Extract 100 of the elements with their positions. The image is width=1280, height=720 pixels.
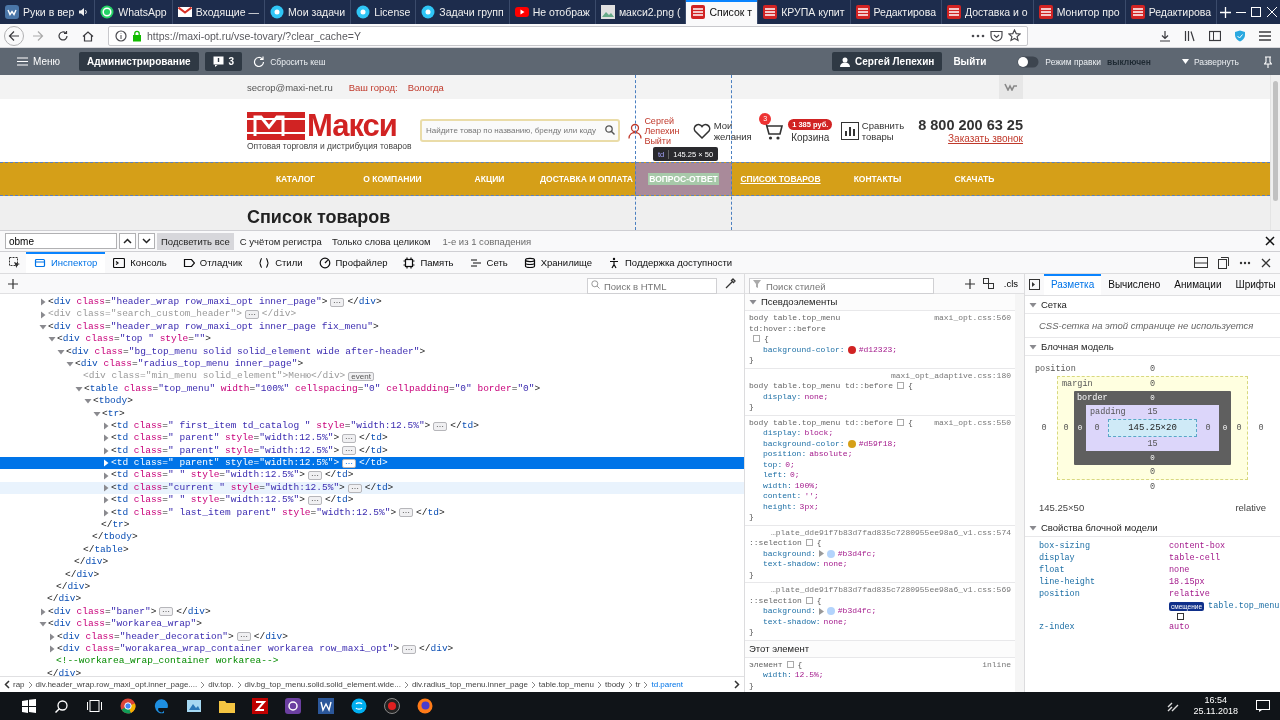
browser-tab[interactable]: КРУПА купит <box>758 0 851 24</box>
chevron-left-icon[interactable] <box>4 680 10 689</box>
chevron-right-icon[interactable] <box>734 680 740 689</box>
browser-tab[interactable]: Доставка и о <box>942 0 1034 24</box>
next-match-button[interactable] <box>138 233 155 249</box>
tree-row[interactable]: </div> <box>0 667 744 676</box>
notifications-button[interactable]: 3 <box>204 52 243 71</box>
address-bar[interactable]: https://maxi-opt.ru/vse-tovary/?clear_cache=Y <box>108 25 1028 46</box>
class-toggle-button[interactable]: .cls <box>1001 278 1020 289</box>
star-icon[interactable] <box>1008 29 1021 42</box>
user-name-link[interactable]: Сергей Лепехин <box>644 115 685 136</box>
expand-triangle-icon[interactable] <box>818 607 824 615</box>
tree-row[interactable]: <tr> <box>0 407 744 420</box>
caret-icon[interactable] <box>1029 523 1037 532</box>
devtools-tab[interactable]: Профайлер <box>310 252 396 273</box>
caret-icon[interactable] <box>48 645 56 654</box>
tree-row[interactable]: </tbody> <box>0 531 744 544</box>
tree-row[interactable]: <td class="current " style="width:12.5%"> ⋯ </td> <box>0 481 744 495</box>
sidebar-toggle-icon[interactable] <box>1029 279 1040 290</box>
checkbox-icon[interactable] <box>753 335 760 343</box>
tree-row[interactable]: </table> <box>0 543 744 557</box>
breadcrumb[interactable]: tr <box>635 680 641 689</box>
tree-row[interactable]: </div> <box>0 556 744 569</box>
checkbox-icon[interactable] <box>897 418 905 426</box>
devtools-tab[interactable]: Сеть <box>461 252 516 273</box>
devtools-tab[interactable]: Стили <box>250 252 311 273</box>
filter-field[interactable]: Поиск стилей <box>749 278 934 294</box>
caret-icon[interactable] <box>749 298 757 306</box>
ellipsis-badge[interactable]: ⋯ <box>433 421 448 431</box>
scrollbar[interactable] <box>1015 294 1024 692</box>
ellipsis-badge[interactable]: ⋯ <box>399 508 414 518</box>
tree-row[interactable]: <div class="workarea_wrap"> <box>0 618 744 631</box>
logout-button[interactable]: Выйти <box>948 52 992 71</box>
browser-tab[interactable]: WhatsApp <box>95 0 173 24</box>
caret-icon[interactable] <box>102 434 110 443</box>
city-link[interactable]: Вологда <box>407 81 444 93</box>
caret-icon[interactable] <box>57 347 65 356</box>
pseudo-class-icon[interactable] <box>982 278 994 289</box>
caret-icon[interactable] <box>39 298 47 307</box>
ellipsis-badge[interactable]: ⋯ <box>159 607 174 617</box>
tree-row[interactable]: <td class=" last_item parent" style="width:12.5%"> ⋯ </td> <box>0 506 744 520</box>
panel-tab[interactable]: Разметка <box>1044 274 1102 295</box>
tree-row[interactable]: <div class="header_decoration"> ⋯ </div> <box>0 630 744 643</box>
ellipsis-badge[interactable]: ⋯ <box>307 471 322 481</box>
breadcrumb[interactable]: div.top. <box>208 680 234 689</box>
color-swatch[interactable] <box>826 549 835 558</box>
tree-row[interactable]: <div class="radius_top_menu inner_page"> <box>0 357 744 371</box>
caret-icon[interactable] <box>102 484 110 493</box>
tree-row[interactable]: </div> <box>0 581 744 594</box>
tree-row[interactable]: <!--workarea_wrap_container workarea--> <box>0 655 744 668</box>
browser-tab[interactable]: Редактирова <box>1125 0 1218 24</box>
caret-icon[interactable] <box>102 508 110 517</box>
browser-tab[interactable]: License <box>351 0 417 24</box>
ellipsis-badge[interactable]: ⋯ <box>330 297 345 307</box>
ellipsis-badge[interactable]: ⋯ <box>402 644 417 654</box>
ellipsis-badge[interactable]: ⋯ <box>342 446 357 456</box>
caret-icon[interactable] <box>102 471 110 480</box>
admin-button[interactable]: Администрирование <box>79 52 199 71</box>
tree-row[interactable]: </div> <box>0 593 744 606</box>
devtools-tab[interactable]: Память <box>395 252 462 273</box>
more-icon[interactable] <box>971 33 985 38</box>
tree-row[interactable]: <div class="search_custom_header"> ⋯ </div> <box>0 308 744 321</box>
search-icon[interactable] <box>605 125 615 135</box>
expand-triangle-icon[interactable] <box>818 550 824 558</box>
tree-row[interactable]: <td class=" " style="width:12.5%"> ⋯ </td> <box>0 494 744 507</box>
target-icon[interactable] <box>1177 613 1184 620</box>
logout-link[interactable]: Выйти <box>644 135 685 146</box>
tree-row[interactable]: <div class="header_wrap row_maxi_opt inner_page fix_menu"> <box>0 320 744 334</box>
checkbox-icon[interactable] <box>786 660 794 668</box>
css-source-link[interactable]: maxi_opt.css:550 <box>934 417 1011 428</box>
caret-icon[interactable] <box>66 360 74 369</box>
speaker-icon[interactable] <box>78 7 90 17</box>
user-button[interactable]: Сергей Лепехин <box>832 52 943 71</box>
search-field[interactable]: Поиск в HTML <box>587 278 717 294</box>
devtools-tab[interactable]: Хранилище <box>515 252 600 273</box>
caret-icon[interactable] <box>48 632 56 641</box>
caret-icon[interactable] <box>102 459 110 468</box>
caret-icon[interactable] <box>1029 300 1037 309</box>
tree-row[interactable]: <div class="min_menu solid_element">Меню</div> event <box>0 370 744 383</box>
tree-row[interactable]: <div class="top " style=""> <box>0 333 744 346</box>
browser-tab[interactable]: макси2.png ( <box>595 0 687 24</box>
browser-tab[interactable]: Мои задачи <box>264 0 352 24</box>
caret-icon[interactable] <box>102 422 110 431</box>
panel-tab[interactable]: Шрифты <box>1228 274 1280 295</box>
devtools-tab[interactable]: Отладчик <box>174 252 251 273</box>
ellipsis-badge[interactable]: ⋯ <box>244 310 259 320</box>
css-source-link[interactable]: …plate_dde91f7b83d7fad835c7280955ee98a6_v1.css:569 <box>770 585 1011 596</box>
browser-tab[interactable]: Входящие — <box>172 0 265 24</box>
breadcrumb[interactable]: table.top_menu <box>538 680 594 689</box>
tree-row[interactable]: <td class=" " style="width:12.5%"> ⋯ </td> <box>0 469 744 482</box>
tree-row[interactable]: <div class="worakarea_wrap_container workarea row_maxi_opt"> ⋯ </div> <box>0 642 744 656</box>
checkbox-icon[interactable] <box>897 382 905 390</box>
caret-icon[interactable] <box>93 409 101 418</box>
tree-row[interactable]: <table class="top_menu" width="100%" cellspacing="0" cellpadding="0" border="0"> <box>0 382 744 396</box>
caret-icon[interactable] <box>39 620 47 629</box>
caret-icon[interactable] <box>102 446 110 455</box>
chart-icon[interactable] <box>840 121 859 140</box>
breadcrumb[interactable]: tbody <box>605 680 625 689</box>
scrollbar[interactable] <box>1270 75 1280 230</box>
devtools-tab[interactable]: Консоль <box>105 252 175 273</box>
